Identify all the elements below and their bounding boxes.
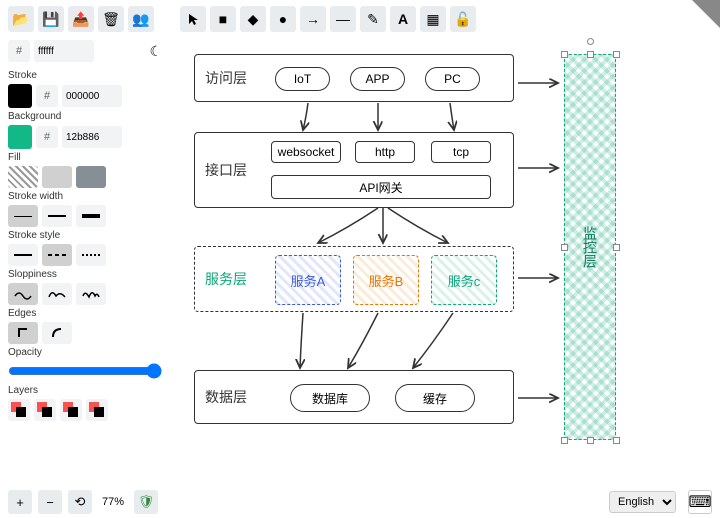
bg-swatch[interactable] — [8, 125, 32, 149]
stroke-swatch[interactable] — [8, 84, 32, 108]
width-thick[interactable] — [76, 205, 106, 227]
resize-handle[interactable] — [561, 51, 568, 58]
zoom-percent[interactable]: 77% — [98, 496, 128, 508]
node-pc[interactable]: PC — [425, 67, 480, 91]
layers-label: Layers — [8, 385, 162, 396]
fill-color-input[interactable] — [34, 40, 94, 62]
background-label: Background — [8, 111, 162, 122]
resize-handle[interactable] — [613, 437, 620, 444]
stroke-style-label: Stroke style — [8, 230, 162, 241]
node-app[interactable]: APP — [350, 67, 405, 91]
layer-access-label: 访问层 — [205, 68, 247, 88]
node-svc-c[interactable]: 服务c — [431, 255, 497, 305]
layer-service[interactable]: 服务层 服务A 服务B 服务c — [194, 246, 514, 312]
rotate-handle-icon[interactable] — [587, 38, 594, 45]
resize-handle[interactable] — [613, 244, 620, 251]
node-tcp[interactable]: tcp — [431, 141, 491, 163]
tool-draw[interactable]: ✎ — [360, 6, 386, 32]
language-select[interactable]: English — [609, 491, 676, 513]
layer-forward[interactable] — [60, 399, 82, 421]
width-med[interactable] — [42, 205, 72, 227]
node-iot[interactable]: IoT — [275, 67, 330, 91]
tool-line[interactable]: — — [330, 6, 356, 32]
node-http[interactable]: http — [355, 141, 415, 163]
style-dotted[interactable] — [76, 244, 106, 266]
save-icon[interactable]: 💾 — [38, 6, 64, 32]
hash-icon: # — [36, 85, 58, 107]
tool-arrow[interactable]: → — [300, 6, 326, 32]
layer-data[interactable]: 数据层 数据库 缓存 — [194, 370, 514, 424]
layer-interface[interactable]: 接口层 websocket http tcp API网关 — [194, 132, 514, 208]
tool-select[interactable] — [180, 6, 206, 32]
open-icon[interactable]: 📂 — [8, 6, 34, 32]
stroke-label: Stroke — [8, 70, 162, 81]
fill-hachure[interactable] — [8, 166, 38, 188]
layer-data-label: 数据层 — [205, 387, 247, 407]
monitor-label: 监控层 — [580, 226, 600, 268]
opacity-slider[interactable] — [8, 363, 162, 379]
zoom-reset-button[interactable]: ⟲ — [68, 490, 92, 514]
resize-handle[interactable] — [613, 51, 620, 58]
collab-icon[interactable]: 👥 — [128, 6, 154, 32]
layer-back[interactable] — [8, 399, 30, 421]
zoom-out-button[interactable]: − — [38, 490, 62, 514]
tool-diamond[interactable]: ◆ — [240, 6, 266, 32]
layer-backward[interactable] — [34, 399, 56, 421]
node-svc-b[interactable]: 服务B — [353, 255, 419, 305]
node-cache[interactable]: 缓存 — [395, 384, 475, 412]
layer-interface-label: 接口层 — [205, 160, 247, 180]
node-svc-a[interactable]: 服务A — [275, 255, 341, 305]
resize-handle[interactable] — [561, 437, 568, 444]
file-toolbar: 📂 💾 📤 🗑 👥 — [8, 6, 162, 32]
resize-handle[interactable] — [587, 51, 594, 58]
bottom-bar: + − ⟲ 77% 🛡 English ⌨ — [0, 486, 720, 518]
node-websocket[interactable]: websocket — [271, 141, 341, 163]
resize-handle[interactable] — [587, 437, 594, 444]
node-monitor[interactable]: 监控层 — [564, 54, 616, 440]
opacity-label: Opacity — [8, 347, 162, 358]
sloppiness-label: Sloppiness — [8, 269, 162, 280]
slop-cartoonist[interactable] — [76, 283, 106, 305]
shape-toolbar: ■ ◆ ● → — ✎ A ▦ 🔓 — [180, 6, 476, 32]
fill-solid[interactable] — [76, 166, 106, 188]
tool-rectangle[interactable]: ■ — [210, 6, 236, 32]
layer-front[interactable] — [86, 399, 108, 421]
resize-handle[interactable] — [561, 244, 568, 251]
dark-mode-icon[interactable]: ☾ — [149, 43, 162, 60]
fill-label: Fill — [8, 152, 162, 163]
keyboard-icon[interactable]: ⌨ — [688, 490, 712, 514]
width-thin[interactable] — [8, 205, 38, 227]
fill-crosshatch[interactable] — [42, 166, 72, 188]
style-dashed[interactable] — [42, 244, 72, 266]
github-corner-icon[interactable] — [692, 0, 720, 28]
edges-label: Edges — [8, 308, 162, 319]
tool-lock[interactable]: 🔓 — [450, 6, 476, 32]
slop-architect[interactable] — [8, 283, 38, 305]
tool-text[interactable]: A — [390, 6, 416, 32]
diagram: 访问层 IoT APP PC 接口层 websocket http tcp AP… — [188, 48, 712, 476]
node-db[interactable]: 数据库 — [290, 384, 370, 412]
export-icon[interactable]: 📤 — [68, 6, 94, 32]
edge-round[interactable] — [42, 322, 72, 344]
zoom-in-button[interactable]: + — [8, 490, 32, 514]
layer-service-label: 服务层 — [205, 269, 247, 289]
tool-library[interactable]: ▦ — [420, 6, 446, 32]
layer-access[interactable]: 访问层 IoT APP PC — [194, 54, 514, 102]
stroke-width-label: Stroke width — [8, 191, 162, 202]
sidebar: 📂 💾 📤 🗑 👥 # ☾ Stroke # Background # Fill — [0, 0, 170, 486]
trash-icon[interactable]: 🗑 — [98, 6, 124, 32]
node-gateway[interactable]: API网关 — [271, 175, 491, 199]
tool-ellipse[interactable]: ● — [270, 6, 296, 32]
slop-artist[interactable] — [42, 283, 72, 305]
hash-icon: # — [8, 40, 30, 62]
edge-sharp[interactable] — [8, 322, 38, 344]
hash-icon: # — [36, 126, 58, 148]
shield-icon[interactable]: 🛡 — [134, 490, 158, 514]
stroke-color-input[interactable] — [62, 85, 122, 107]
style-solid[interactable] — [8, 244, 38, 266]
bg-color-input[interactable] — [62, 126, 122, 148]
canvas[interactable]: ■ ◆ ● → — ✎ A ▦ 🔓 访问层 IoT — [170, 0, 720, 486]
